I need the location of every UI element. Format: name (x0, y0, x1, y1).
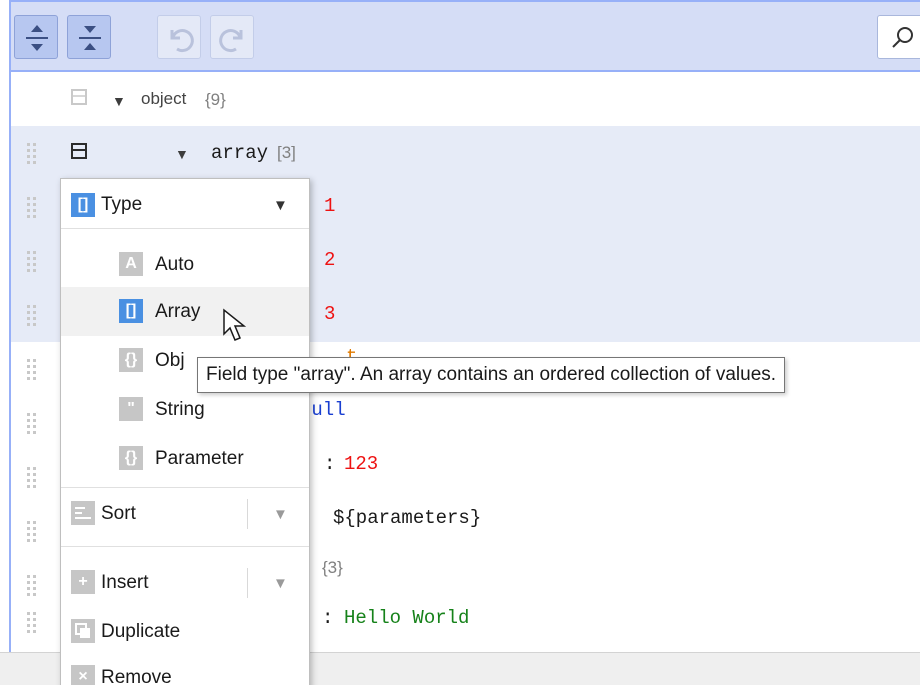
insert-dropdown-arrow-icon[interactable]: ▼ (273, 575, 288, 592)
drag-handle-icon[interactable] (27, 359, 39, 380)
array-type-icon: [] (119, 299, 143, 323)
collapse-triangle-icon[interactable]: ▼ (112, 93, 126, 109)
json-editor: ▼ object {9} ▼ array [3] 1 2 3 null: 12… (0, 0, 920, 685)
item-value[interactable]: 2 (324, 249, 335, 271)
menu-insert-button[interactable]: + Insert ▼ (61, 558, 309, 607)
drag-handle-icon[interactable] (27, 251, 39, 272)
search-button[interactable] (877, 15, 920, 59)
menu-split-divider (247, 499, 248, 529)
menu-insert-label: Insert (101, 572, 149, 593)
number-value[interactable]: 123 (344, 453, 378, 475)
insert-plus-icon: + (71, 570, 95, 594)
object-count: {3} (322, 558, 343, 577)
collapse-all-icon (79, 26, 101, 50)
remove-x-icon: × (71, 665, 95, 685)
context-menu-toggle[interactable] (71, 89, 87, 105)
menu-remove-label: Remove (101, 667, 172, 685)
array-field-name[interactable]: array (211, 142, 268, 164)
drag-handle-icon[interactable] (27, 575, 39, 596)
array-count: [3] (277, 143, 296, 162)
menu-type-option-parameter[interactable]: {} Parameter (61, 434, 309, 483)
expand-all-icon (26, 25, 48, 51)
menu-option-label: Parameter (155, 448, 244, 469)
menu-type-button[interactable]: [] Type ▼ (61, 179, 309, 229)
item-value[interactable]: 3 (324, 303, 335, 325)
drag-handle-icon[interactable] (27, 197, 39, 218)
menu-type-label: Type (101, 194, 143, 215)
menu-sort-button[interactable]: Sort ▼ (61, 489, 309, 538)
root-count: {9} (205, 90, 226, 109)
menu-duplicate-label: Duplicate (101, 621, 181, 642)
drag-handle-icon[interactable] (27, 143, 39, 164)
mouse-cursor-icon (223, 308, 247, 341)
menu-type-option-auto[interactable]: A Auto (61, 240, 309, 289)
collapse-all-button[interactable] (67, 15, 111, 59)
menu-option-label: Array (155, 301, 201, 322)
drag-handle-icon[interactable] (27, 413, 39, 434)
menu-option-label: String (155, 399, 205, 420)
collapse-triangle-icon[interactable]: ▼ (175, 146, 189, 162)
menu-divider (61, 487, 309, 488)
dropdown-arrow-icon[interactable]: ▼ (273, 197, 288, 214)
auto-type-icon: A (119, 252, 143, 276)
parameter-type-icon: {} (119, 446, 143, 470)
expand-all-button[interactable] (14, 15, 58, 59)
search-icon (892, 27, 913, 48)
undo-icon (170, 29, 194, 53)
drag-handle-icon[interactable] (27, 521, 39, 542)
undo-button[interactable] (157, 15, 201, 59)
field-type-tooltip: Field type "array". An array contains an… (197, 357, 786, 393)
tree-row-array[interactable]: ▼ array [3] (11, 126, 920, 180)
string-value[interactable]: Hello World (344, 607, 469, 629)
drag-handle-icon[interactable] (27, 612, 39, 633)
menu-divider (61, 546, 309, 547)
tree-row-root[interactable]: ▼ object {9} (11, 72, 920, 126)
menu-option-label: Obj (155, 350, 185, 371)
context-menu: [] Type ▼ A Auto [] Array {} Obj " Strin… (60, 178, 310, 685)
menu-remove-button[interactable]: × Remove (61, 653, 309, 685)
object-type-icon: {} (119, 348, 143, 372)
redo-button[interactable] (210, 15, 254, 59)
menu-split-divider (247, 568, 248, 598)
toolbar (9, 0, 920, 72)
root-field-label: object (141, 89, 187, 108)
menu-type-option-array[interactable]: [] Array (61, 287, 309, 336)
string-type-icon: " (119, 397, 143, 421)
item-value[interactable]: 1 (324, 195, 335, 217)
menu-sort-label: Sort (101, 503, 136, 524)
sort-icon (71, 501, 95, 525)
menu-option-label: Auto (155, 254, 195, 275)
parameter-value[interactable]: ${parameters} (333, 507, 481, 529)
drag-handle-icon[interactable] (27, 467, 39, 488)
duplicate-icon (71, 619, 95, 643)
sort-dropdown-arrow-icon[interactable]: ▼ (273, 506, 288, 523)
array-type-icon: [] (71, 193, 95, 217)
drag-handle-icon[interactable] (27, 305, 39, 326)
context-menu-toggle-active[interactable] (71, 143, 87, 159)
separator: : (324, 453, 336, 475)
menu-duplicate-button[interactable]: Duplicate (61, 607, 309, 656)
separator: : (322, 607, 334, 629)
redo-icon (219, 29, 243, 53)
